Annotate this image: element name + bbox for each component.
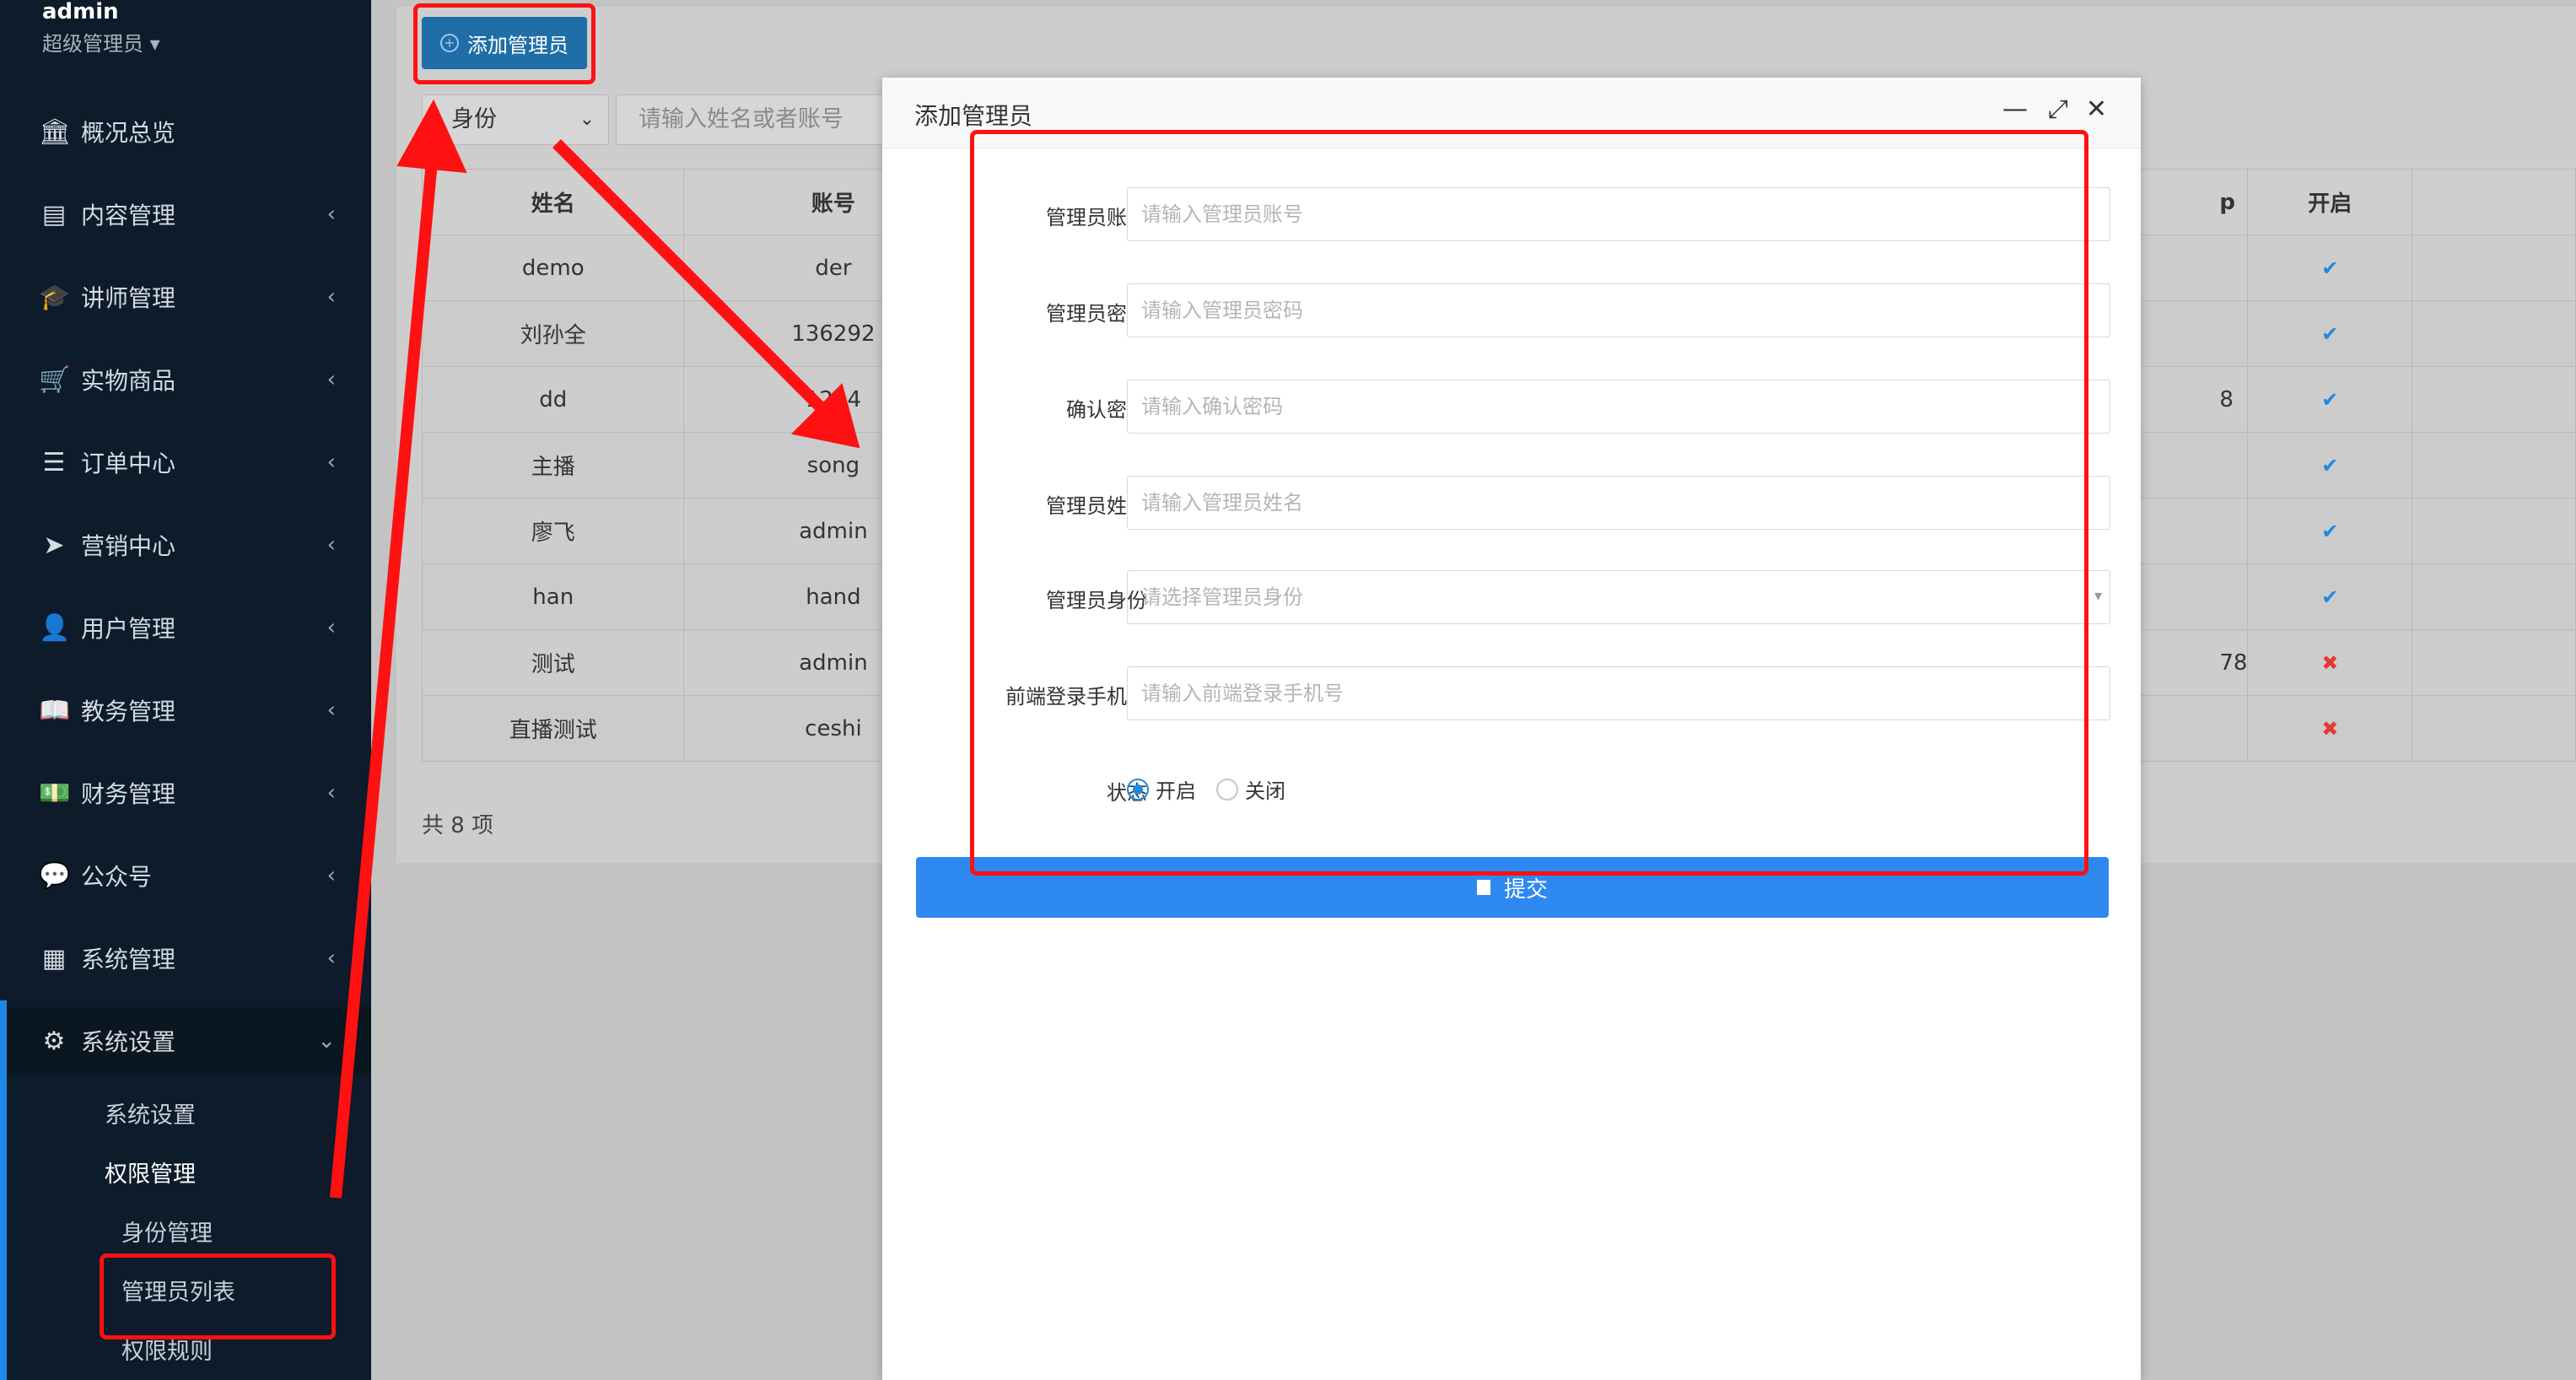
- annotation-arrow-diagonal: [552, 139, 831, 418]
- annotation-arrow-up: [330, 143, 439, 1199]
- annotation-arrows: [330, 99, 860, 1199]
- annotation-arrowhead-up: [396, 99, 467, 174]
